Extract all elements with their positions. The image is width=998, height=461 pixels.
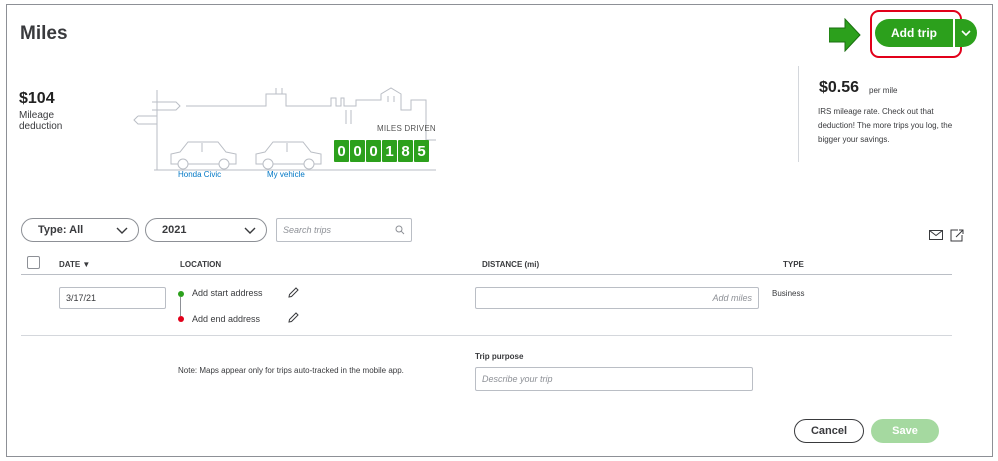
end-address-link[interactable]: Add end address	[192, 314, 260, 324]
arrow-right-icon	[829, 18, 861, 52]
vehicle-link-1[interactable]: Honda Civic	[178, 170, 221, 179]
row-divider	[21, 335, 952, 336]
trip-type-value[interactable]: Business	[772, 289, 804, 298]
column-header-distance: DISTANCE (mi)	[482, 260, 540, 269]
irs-description: IRS mileage rate. Check out that deducti…	[818, 107, 953, 144]
type-filter-label: Type: All	[38, 224, 84, 236]
sort-down-icon: ▼	[82, 260, 91, 269]
odometer-digit: 0	[366, 140, 381, 162]
page-title: Miles	[20, 23, 68, 44]
add-miles-input[interactable]: Add miles	[475, 287, 759, 309]
irs-rate: $0.56	[819, 79, 860, 96]
year-filter-dropdown[interactable]: 2021	[145, 218, 267, 242]
chevron-down-icon	[116, 227, 128, 234]
trip-date-input[interactable]: 3/17/21	[59, 287, 166, 309]
odometer-digit: 8	[398, 140, 413, 162]
header-divider	[21, 274, 952, 275]
save-button[interactable]: Save	[871, 419, 939, 443]
year-filter-label: 2021	[162, 224, 187, 236]
divider	[798, 66, 799, 162]
export-icon[interactable]	[950, 229, 964, 242]
email-icon[interactable]	[929, 230, 943, 240]
chevron-down-icon	[244, 227, 256, 234]
add-trip-button[interactable]: Add trip	[875, 19, 953, 47]
cancel-button[interactable]: Cancel	[794, 419, 864, 443]
start-point-icon	[178, 291, 184, 297]
odometer: 0 0 0 1 8 5	[334, 140, 429, 162]
miles-driven-label: MILES DRIVEN	[377, 124, 436, 133]
end-point-icon	[178, 316, 184, 322]
start-address-link[interactable]: Add start address	[192, 288, 263, 298]
deduction-amount: $104	[19, 90, 55, 107]
column-header-location: LOCATION	[180, 260, 222, 269]
column-header-type: TYPE	[783, 260, 804, 269]
trip-purpose-label: Trip purpose	[475, 352, 524, 361]
odometer-digit: 0	[350, 140, 365, 162]
search-icon	[395, 225, 405, 235]
deduction-label: Mileage deduction	[19, 110, 63, 132]
chevron-down-icon	[961, 30, 971, 36]
odometer-digit: 0	[334, 140, 349, 162]
odometer-digit: 1	[382, 140, 397, 162]
search-trips-input[interactable]: Search trips	[276, 218, 412, 242]
column-header-date[interactable]: DATE ▼	[59, 260, 90, 269]
type-filter-dropdown[interactable]: Type: All	[21, 218, 139, 242]
select-all-checkbox[interactable]	[27, 256, 40, 269]
maps-note: Note: Maps appear only for trips auto-tr…	[178, 366, 404, 375]
search-placeholder: Search trips	[283, 225, 332, 235]
column-header-date-label: DATE	[59, 260, 81, 269]
pencil-icon[interactable]	[288, 312, 299, 323]
trip-purpose-input[interactable]: Describe your trip	[475, 367, 753, 391]
irs-rate-unit: per mile	[869, 86, 898, 95]
pencil-icon[interactable]	[288, 287, 299, 298]
vehicle-link-2[interactable]: My vehicle	[267, 170, 305, 179]
route-line	[180, 297, 181, 316]
odometer-digit: 5	[414, 140, 429, 162]
